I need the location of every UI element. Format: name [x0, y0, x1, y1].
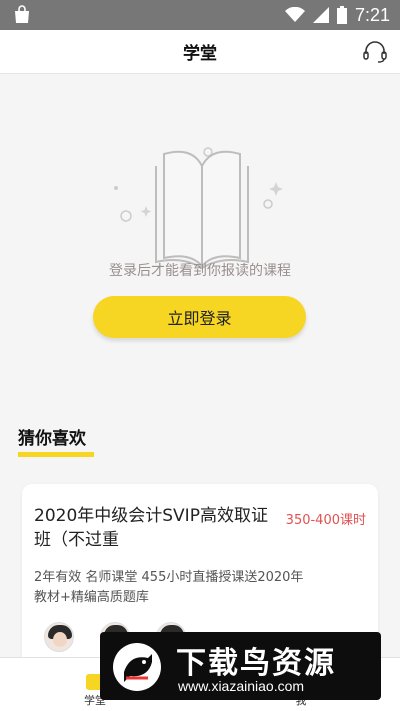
section-title: 猜你喜欢: [18, 429, 86, 449]
empty-state: 登录后才能看到你报读的课程 立即登录: [0, 74, 400, 374]
teacher-avatar: [44, 622, 74, 652]
watermark-url: www.xiazainiao.com: [178, 678, 305, 694]
status-time: 7:21: [354, 4, 390, 25]
bird-logo-icon: [113, 643, 161, 691]
course-title: 2020年中级会计SVIP高效取证班（不过重: [34, 506, 268, 550]
status-bar: 7:21: [0, 0, 400, 30]
course-description: 2年有效 名师课堂 455小时直播授课送2020年教材+精编高质题库: [34, 570, 304, 605]
watermark-title: 下载鸟资源: [176, 646, 336, 681]
shopping-bag-icon: [15, 5, 29, 23]
login-button[interactable]: 立即登录: [93, 296, 306, 338]
open-book-icon: [114, 147, 283, 270]
recommend-section: 猜你喜欢: [18, 424, 94, 457]
page-title: 学堂: [183, 44, 217, 64]
battery-icon: [336, 6, 347, 24]
customer-service-icon[interactable]: [362, 39, 388, 65]
watermark-banner: 下载鸟资源 www.xiazainiao.com: [100, 632, 381, 700]
section-underline: [18, 452, 94, 457]
wifi-icon: [284, 7, 305, 22]
app-header: 学堂: [0, 30, 400, 74]
course-hours: 350-400课时: [285, 513, 366, 528]
empty-message: 登录后才能看到你报读的课程: [109, 263, 291, 279]
signal-icon: [312, 7, 329, 23]
